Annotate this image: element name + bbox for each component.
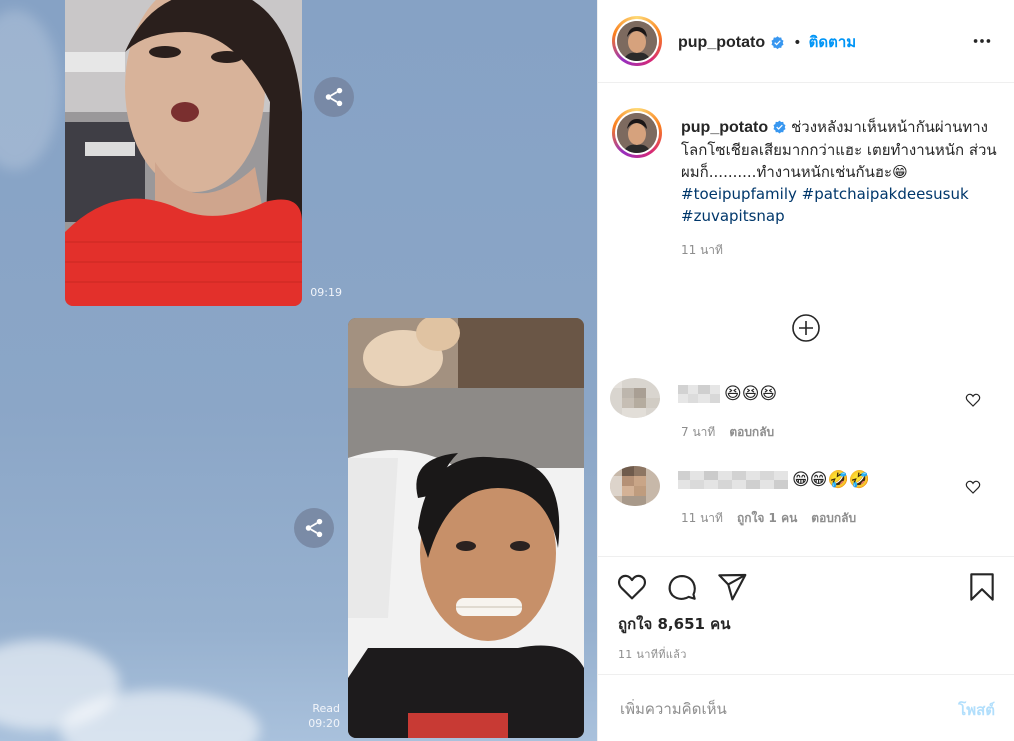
comment-meta: 7 นาที ตอบกลับ (681, 423, 788, 442)
pixelated-avatar (610, 378, 660, 418)
caption-username[interactable]: pup_potato (681, 119, 768, 136)
like-count[interactable]: ถูกใจ 8,651 คน (618, 612, 730, 636)
comment-input[interactable] (618, 699, 922, 719)
message-timestamp: 09:19 (310, 286, 342, 299)
post-sidebar: pup_potato • ติดตาม pup_potato ช่วงหลังม… (597, 0, 1014, 741)
reply-button[interactable]: ตอบกลับ (811, 511, 856, 525)
post-header: pup_potato • ติดตาม (598, 0, 1014, 83)
comment-item: 😁😁🤣🤣 11 นาที ถูกใจ 1 คน ตอบกลับ (598, 466, 1014, 526)
commenter-name-blurred (678, 385, 720, 403)
commenter-name-blurred (678, 471, 788, 489)
hashtag-link[interactable]: #zuvapitsnap (681, 207, 785, 225)
follow-button[interactable]: ติดตาม (809, 33, 857, 51)
author-avatar[interactable] (612, 16, 662, 66)
comment-likes[interactable]: ถูกใจ 1 คน (737, 511, 797, 525)
avatar-illustration (617, 21, 657, 61)
add-comment-bar: โพสต์ (598, 674, 1014, 741)
message-timestamp: 09:20 (308, 717, 340, 730)
caption-time: 11 นาที (681, 243, 723, 257)
bookmark-icon[interactable] (966, 571, 998, 603)
commenter-avatar-blurred[interactable] (610, 378, 660, 418)
comment-time: 7 นาที (681, 425, 716, 439)
comment-time: 11 นาที (681, 511, 723, 525)
share-button[interactable] (294, 508, 334, 548)
heart-icon[interactable] (616, 571, 648, 603)
header-separator: • (793, 35, 802, 51)
comment-item: 😆😆😆 7 นาที ตอบกลับ (598, 378, 1014, 439)
send-icon[interactable] (716, 571, 748, 603)
chat-photo-man[interactable] (348, 318, 584, 738)
post-time: 11 นาทีที่แล้ว (618, 648, 687, 661)
reply-button[interactable]: ตอบกลับ (729, 425, 774, 439)
commenter-avatar-blurred[interactable] (610, 466, 660, 506)
post-media[interactable]: 09:19 Read 09:20 (0, 0, 597, 741)
chat-photo-woman[interactable] (65, 0, 302, 306)
avatar-illustration (617, 113, 657, 153)
share-icon (305, 518, 323, 538)
heart-icon[interactable] (965, 392, 981, 408)
hashtag-link[interactable]: #patchaipakdeesusuk (802, 185, 969, 203)
pixelated-avatar (610, 466, 660, 506)
caption-author-avatar[interactable] (612, 108, 662, 158)
verified-badge-icon (771, 36, 784, 50)
heart-icon[interactable] (965, 479, 981, 495)
more-options-icon[interactable] (971, 30, 993, 52)
author-username[interactable]: pup_potato (678, 34, 765, 51)
comment-text: 😆😆😆 (724, 384, 778, 404)
hashtag-link[interactable]: #toeipupfamily (681, 185, 797, 203)
cloud-decoration (0, 10, 60, 170)
read-receipt: Read (312, 702, 340, 715)
load-more-comments-icon[interactable] (791, 313, 821, 343)
woman-photo-illustration (65, 0, 302, 306)
share-button[interactable] (314, 77, 354, 117)
comment-meta: 11 นาที ถูกใจ 1 คน ตอบกลับ (681, 509, 870, 528)
comment-icon[interactable] (666, 571, 698, 603)
comment-text: 😁😁🤣🤣 (792, 470, 870, 490)
verified-badge-icon (773, 120, 786, 134)
post-caption: pup_potato ช่วงหลังมาเห็นหน้ากันผ่านทางโ… (681, 116, 1001, 261)
share-icon (325, 87, 343, 107)
man-photo-illustration (348, 318, 584, 738)
post-comment-button[interactable]: โพสต์ (958, 698, 995, 722)
